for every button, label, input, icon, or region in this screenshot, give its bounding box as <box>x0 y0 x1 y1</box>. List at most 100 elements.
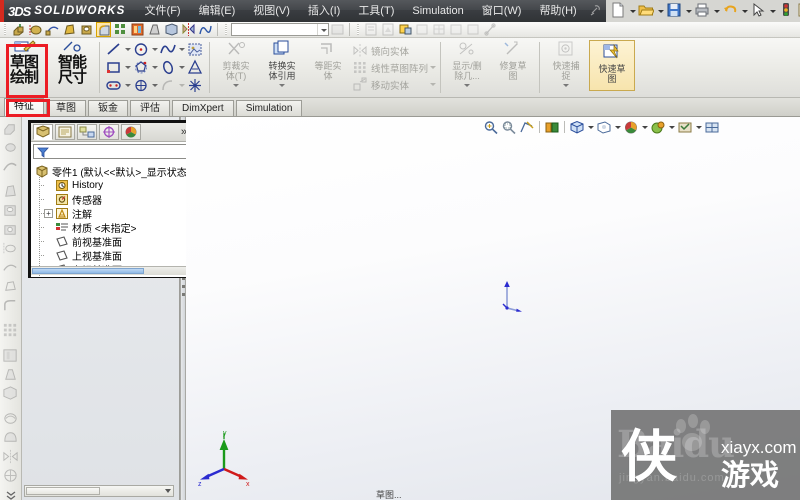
edit-appearance-button[interactable] <box>623 120 639 135</box>
tab-strip-caret-icon[interactable] <box>165 489 171 493</box>
feature-manager-tab-strip[interactable] <box>24 485 174 497</box>
linear-sketch-pattern-item[interactable]: 线性草图阵列 <box>351 59 428 76</box>
smart-dimension-button[interactable]: 智能 尺寸 <box>48 38 96 97</box>
fillet-icon[interactable] <box>96 22 111 37</box>
point-icon[interactable] <box>132 77 150 94</box>
display-style-button[interactable] <box>569 120 585 135</box>
slot-dropdown-caret-icon[interactable] <box>123 77 132 94</box>
mesh-icon[interactable] <box>432 22 447 37</box>
extruded-cut-icon[interactable] <box>79 22 94 37</box>
swept-cut-icon[interactable] <box>2 259 19 276</box>
splitter-grip[interactable] <box>182 277 185 311</box>
lofted-boss-icon[interactable] <box>62 22 77 37</box>
tab-features[interactable]: 特征 <box>4 98 44 116</box>
new-document-caret-icon[interactable] <box>628 2 637 20</box>
extruded-boss-icon[interactable] <box>11 22 26 37</box>
select-caret-icon[interactable] <box>768 2 777 20</box>
tree-node-top-plane[interactable]: 上视基准面 <box>35 247 189 263</box>
draft-icon[interactable] <box>2 366 19 383</box>
rapid-sketch-button[interactable]: 快速草 图 <box>589 40 636 91</box>
sketch-picture-icon[interactable] <box>186 41 204 58</box>
lofted-boss-icon[interactable] <box>2 183 19 200</box>
tree-expand-toggle[interactable]: + <box>44 208 53 218</box>
polygon-icon[interactable] <box>132 59 150 76</box>
line-dropdown-caret-icon[interactable] <box>123 41 132 58</box>
menu-window[interactable]: 窗口(W) <box>473 2 531 20</box>
tree-node-part[interactable]: 零件1 (默认<<默认>_显示状态 <box>35 164 189 179</box>
toolbar-grip[interactable] <box>2 23 8 36</box>
convert-entities-caret-icon[interactable] <box>278 82 286 89</box>
swept-boss-icon[interactable] <box>2 158 19 175</box>
tab-sheet-metal[interactable]: 钣金 <box>88 100 128 116</box>
tree-node-front-plane[interactable]: 前视基准面 <box>35 233 189 249</box>
fillet-icon[interactable] <box>2 297 19 314</box>
feature-manager-tab[interactable] <box>33 124 53 140</box>
mirror-icon[interactable] <box>2 448 19 465</box>
draft-icon[interactable] <box>147 22 162 37</box>
toolbar-grip-2[interactable] <box>223 23 229 36</box>
display-delete-relations-caret-icon[interactable] <box>463 82 471 89</box>
display-manager-tab[interactable] <box>121 124 141 140</box>
reference-geometry-icon[interactable] <box>2 467 19 484</box>
rebuild-button[interactable] <box>778 2 795 20</box>
arc-dropdown-caret-icon[interactable] <box>177 77 186 94</box>
revolved-boss-icon[interactable] <box>2 139 19 156</box>
wrap-icon[interactable] <box>2 410 19 427</box>
tree-node-sensors[interactable]: 传感器 <box>35 191 189 207</box>
curves-icon[interactable] <box>198 22 213 37</box>
edit-appearance-caret-icon[interactable] <box>640 120 649 135</box>
move-entities-caret-icon[interactable] <box>428 76 437 93</box>
pushpin-icon[interactable] <box>586 2 604 20</box>
apply-material-icon[interactable] <box>381 22 396 37</box>
tree-node-annotations[interactable]: + 注解 <box>35 205 189 221</box>
rib-icon[interactable] <box>130 22 145 37</box>
results-icon[interactable] <box>466 22 481 37</box>
view-settings-caret-icon[interactable] <box>694 120 703 135</box>
chevron-down-icon[interactable] <box>317 24 328 35</box>
repair-sketch-button[interactable]: 修复草 图 <box>490 38 536 97</box>
point-dropdown-caret-icon[interactable] <box>150 77 159 94</box>
spline-dropdown-caret-icon[interactable] <box>177 41 186 58</box>
tree-node-material[interactable]: 材质 <未指定> <box>35 219 189 235</box>
linear-sketch-pattern-caret-icon[interactable] <box>428 59 437 76</box>
print-caret-icon[interactable] <box>712 2 721 20</box>
save-caret-icon[interactable] <box>684 2 693 20</box>
extruded-cut-icon[interactable] <box>2 202 19 219</box>
new-document-button[interactable] <box>610 2 627 20</box>
tab-dimxpert[interactable]: DimXpert <box>172 100 234 116</box>
menu-insert[interactable]: 插入(I) <box>299 2 349 20</box>
quick-snaps-caret-icon[interactable] <box>562 82 570 89</box>
dimxpert-manager-tab[interactable] <box>99 124 119 140</box>
shell-icon[interactable] <box>2 385 19 402</box>
sketch-draw-button[interactable]: 草图 绘制 <box>0 38 48 97</box>
scrollbar-thumb[interactable] <box>32 268 144 274</box>
hide-show-items-caret-icon[interactable] <box>613 120 622 135</box>
report-icon[interactable] <box>483 22 498 37</box>
pattern-icon[interactable] <box>113 22 128 37</box>
menu-simulation[interactable]: Simulation <box>403 2 472 20</box>
mirror-entities-item[interactable]: 镜向实体 <box>351 42 428 59</box>
feature-tree-filter-input[interactable] <box>50 146 188 157</box>
shell-icon[interactable] <box>164 22 179 37</box>
view-settings-button[interactable] <box>677 120 693 135</box>
hole-wizard-icon[interactable] <box>2 221 19 238</box>
menu-edit[interactable]: 编辑(E) <box>190 2 245 20</box>
view-orientation-button[interactable] <box>544 120 560 135</box>
section-view-button[interactable] <box>519 120 535 135</box>
double-chevron-down-icon[interactable] <box>5 490 17 500</box>
viewport-button[interactable] <box>704 120 720 135</box>
circle-dropdown-caret-icon[interactable] <box>150 41 159 58</box>
open-document-caret-icon[interactable] <box>656 2 665 20</box>
new-study-icon[interactable] <box>364 22 379 37</box>
undo-button[interactable] <box>722 2 739 20</box>
fixture-icon[interactable] <box>398 22 413 37</box>
feature-tree-horizontal-scrollbar[interactable] <box>31 266 191 275</box>
line-icon[interactable] <box>105 41 123 58</box>
study-advisor-icon[interactable] <box>330 22 345 37</box>
dome-icon[interactable] <box>2 429 19 446</box>
ellipse-icon[interactable] <box>159 59 177 76</box>
apply-scene-caret-icon[interactable] <box>667 120 676 135</box>
menu-file[interactable]: 文件(F) <box>136 2 190 20</box>
trim-entities-button[interactable]: 剪裁实 体(T) <box>213 38 259 97</box>
tree-node-origin[interactable]: 原点 <box>35 275 189 277</box>
